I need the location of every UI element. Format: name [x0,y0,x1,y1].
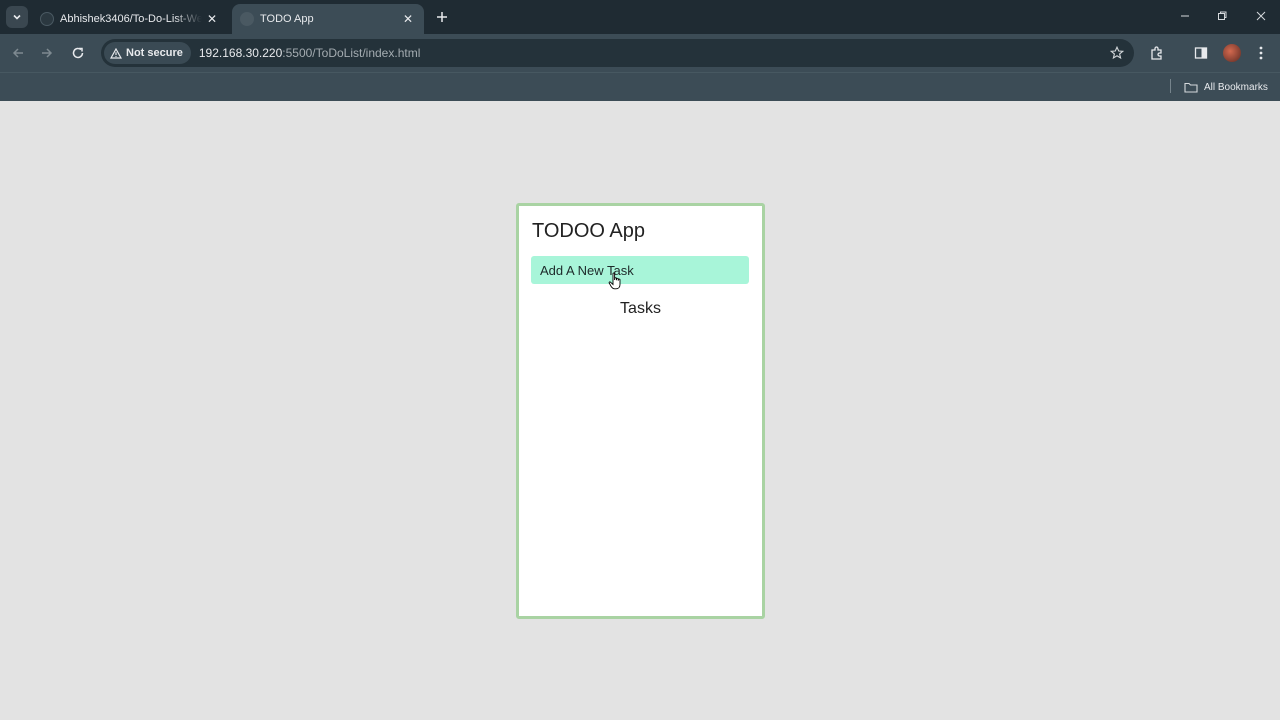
github-icon [40,12,54,26]
forward-button[interactable] [36,42,58,64]
site-info-chip[interactable]: Not secure [104,42,191,64]
chevron-down-icon [13,14,21,20]
folder-icon [1184,82,1198,93]
star-icon [1110,46,1124,60]
arrow-left-icon [12,48,23,58]
tab-todo-app[interactable]: TODO App ✕ [232,4,424,34]
reload-icon [72,47,84,59]
tasks-heading: Tasks [620,300,661,317]
url-host: 192.168.30.220 [198,46,283,60]
arrow-right-icon [42,48,53,58]
hand-cursor-icon [608,272,621,290]
tab-github[interactable]: Abhishek3406/To-Do-List-Web ✕ [32,4,228,34]
address-bar[interactable]: Not secure 192.168.30.220:5500/ToDoList/… [101,39,1134,67]
url-path: :5500/ToDoList/index.html [282,46,421,60]
window-close-button[interactable] [1244,4,1278,28]
restore-button[interactable] [1205,4,1239,28]
plus-icon [437,12,447,22]
all-bookmarks-button[interactable]: All Bookmarks [1184,77,1268,97]
tab-search-button[interactable] [6,6,28,28]
profile-avatar[interactable] [1223,44,1241,62]
more-vertical-icon [1259,46,1263,60]
reload-button[interactable] [67,42,89,64]
close-icon [1256,11,1266,21]
bookmark-star-button[interactable] [1108,44,1126,62]
url-text[interactable]: 192.168.30.220:5500/ToDoList/index.html [199,46,421,60]
globe-icon [240,12,254,26]
extensions-button[interactable] [1146,42,1168,64]
puzzle-icon [1151,46,1162,60]
chrome-menu-button[interactable] [1250,42,1272,64]
close-icon[interactable]: ✕ [398,9,418,29]
warning-icon [110,47,122,59]
app-title: TODOO App [532,220,646,242]
bookmarks-divider [1170,79,1171,93]
side-panel-button[interactable] [1190,42,1212,64]
minimize-icon [1181,15,1189,17]
new-tab-button[interactable] [432,7,452,27]
tab-title: Abhishek3406/To-Do-List-Web [60,13,202,25]
restore-icon [1218,11,1227,20]
tab-title: TODO App [260,13,314,25]
browser-toolbar: Not secure 192.168.30.220:5500/ToDoList/… [0,34,1280,72]
close-icon[interactable]: ✕ [202,9,222,29]
minimize-button[interactable] [1168,4,1202,28]
todo-card: TODOO App Add A New Task Tasks [516,203,765,619]
all-bookmarks-label: All Bookmarks [1204,81,1268,93]
back-button[interactable] [7,42,29,64]
bookmarks-bar: All Bookmarks [0,72,1280,101]
security-label: Not secure [126,47,183,59]
tab-strip: Abhishek3406/To-Do-List-Web ✕ TODO App ✕ [0,0,1280,34]
side-panel-icon [1194,47,1208,59]
add-task-input[interactable]: Add A New Task [531,256,749,284]
